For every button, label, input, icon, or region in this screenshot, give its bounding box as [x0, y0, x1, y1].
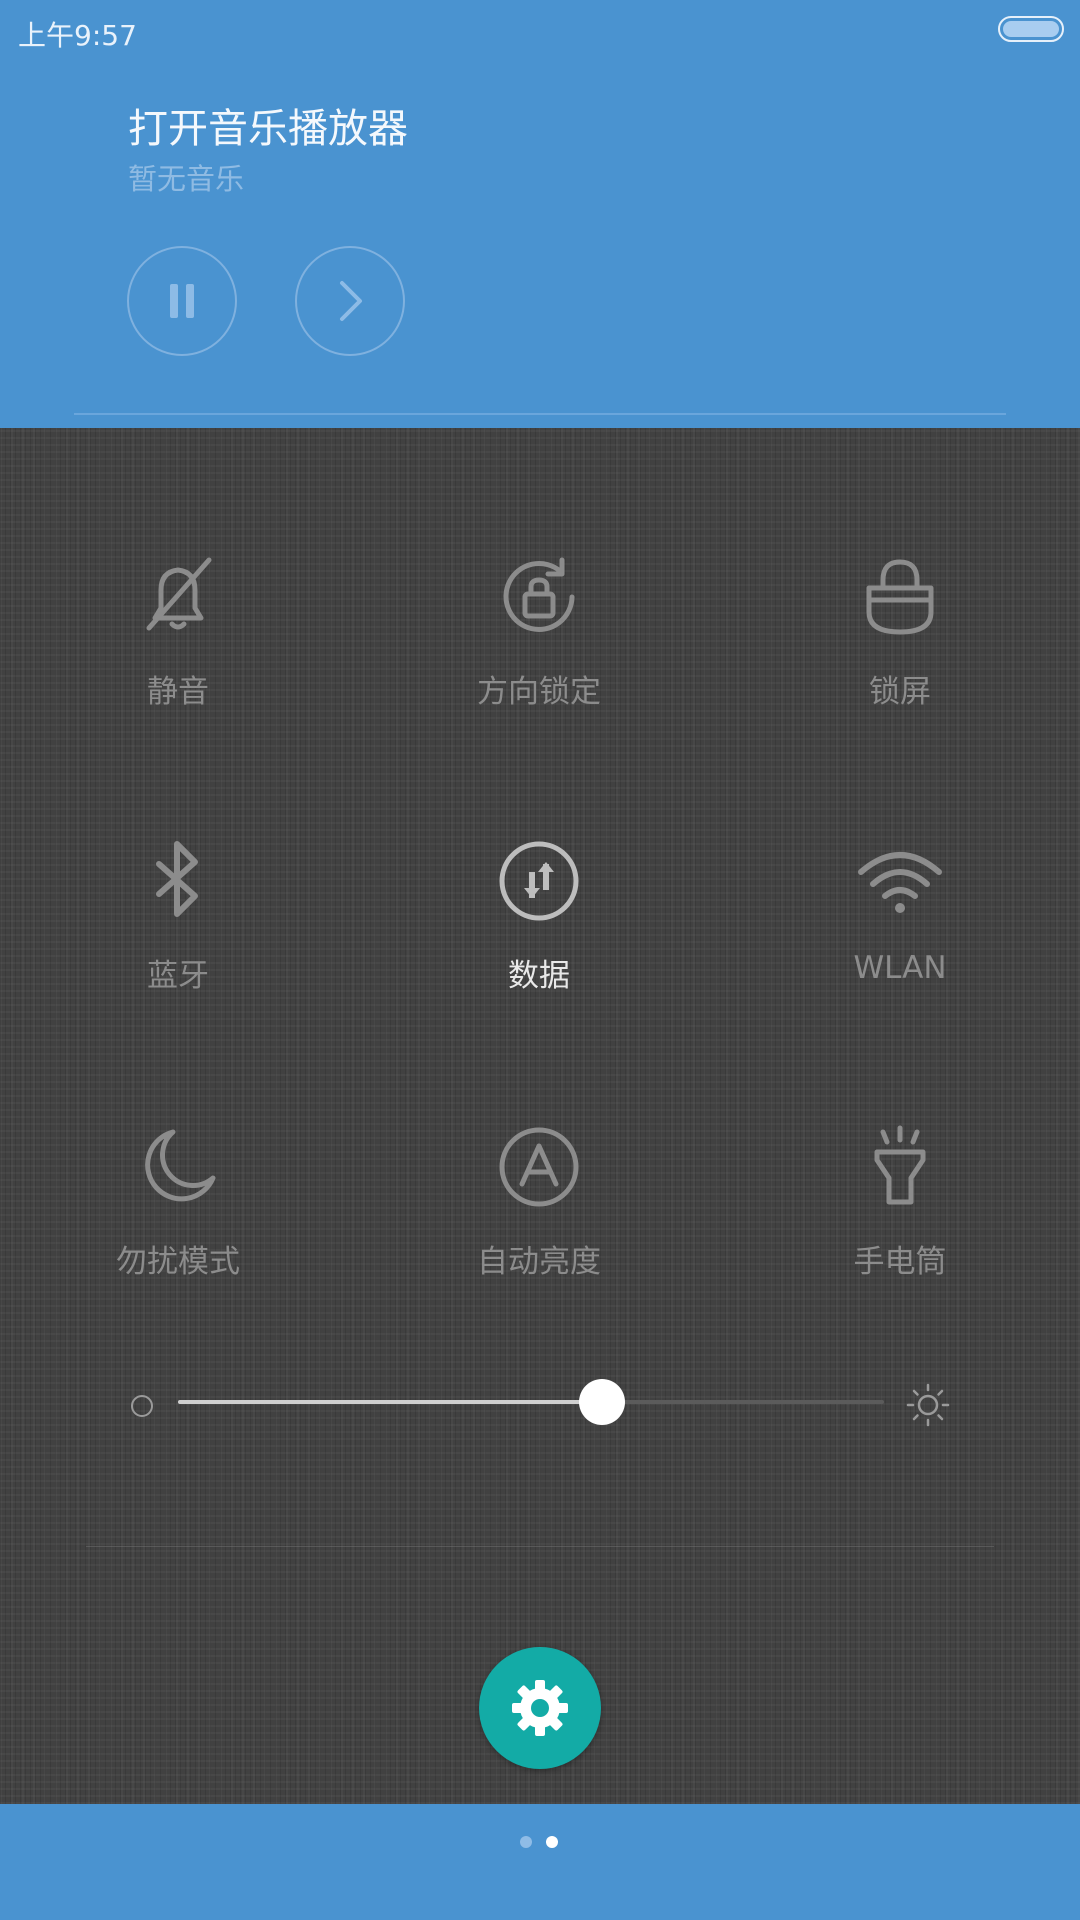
toggle-label: 蓝牙 — [147, 958, 209, 994]
bell-off-icon — [146, 557, 212, 631]
panel-divider — [86, 1546, 994, 1547]
next-track-button[interactable] — [295, 246, 405, 356]
toggle-lock-screen[interactable]: 锁屏 — [770, 552, 1030, 742]
toggle-label: 方向锁定 — [477, 674, 601, 710]
toggle-label: WLAN — [853, 950, 947, 986]
header-divider — [74, 413, 1006, 415]
gear-icon — [512, 1680, 568, 1736]
toggle-label: 自动亮度 — [477, 1244, 601, 1280]
brightness-low-icon — [131, 1395, 153, 1417]
brightness-slider[interactable] — [178, 1379, 884, 1425]
page-indicator-dot[interactable] — [520, 1836, 532, 1848]
mobile-data-icon — [499, 841, 579, 921]
battery-level-fill — [1003, 21, 1059, 37]
toggle-bluetooth[interactable]: 蓝牙 — [48, 836, 308, 1026]
battery-icon — [998, 16, 1064, 42]
chevron-right-icon — [340, 281, 362, 321]
pause-button[interactable] — [127, 246, 237, 356]
moon-icon — [145, 1129, 216, 1202]
toggle-do-not-disturb[interactable]: 勿扰模式 — [48, 1122, 308, 1312]
toggle-wlan[interactable]: WLAN — [770, 836, 1030, 1026]
notification-header: 上午9:57 打开音乐播放器 暂无音乐 — [0, 0, 1080, 428]
bluetooth-icon — [156, 841, 198, 917]
pager-bar — [0, 1804, 1080, 1920]
settings-button[interactable] — [479, 1647, 601, 1769]
toggle-label: 静音 — [147, 674, 209, 710]
toggle-mobile-data[interactable]: 数据 — [409, 836, 669, 1026]
quick-settings-panel: 静音 方向锁定 锁屏 蓝牙 数据 WLAN 勿扰模式 自动亮度 手电筒 — [0, 428, 1080, 1804]
wifi-icon — [858, 852, 942, 913]
brightness-high-icon — [906, 1383, 950, 1427]
toggle-silent[interactable]: 静音 — [48, 552, 308, 742]
status-time: 上午9:57 — [18, 19, 137, 52]
rotation-lock-icon — [503, 557, 575, 632]
toggle-label: 数据 — [508, 958, 570, 994]
auto-brightness-icon — [499, 1127, 579, 1207]
music-subtitle: 暂无音乐 — [128, 162, 245, 196]
toggle-rotation-lock[interactable]: 方向锁定 — [409, 552, 669, 742]
music-title[interactable]: 打开音乐播放器 — [128, 96, 408, 154]
pause-icon — [170, 284, 194, 318]
brightness-slider-fill — [178, 1400, 602, 1404]
flashlight-icon — [874, 1125, 926, 1205]
toggle-label: 手电筒 — [853, 1244, 947, 1280]
lock-icon — [866, 559, 934, 635]
page-indicator-dot-active[interactable] — [546, 1836, 558, 1848]
brightness-slider-thumb[interactable] — [578, 1379, 625, 1425]
toggle-label: 锁屏 — [869, 674, 931, 710]
toggle-label: 勿扰模式 — [116, 1244, 240, 1280]
toggle-flashlight[interactable]: 手电筒 — [770, 1122, 1030, 1312]
toggle-auto-brightness[interactable]: 自动亮度 — [409, 1122, 669, 1312]
